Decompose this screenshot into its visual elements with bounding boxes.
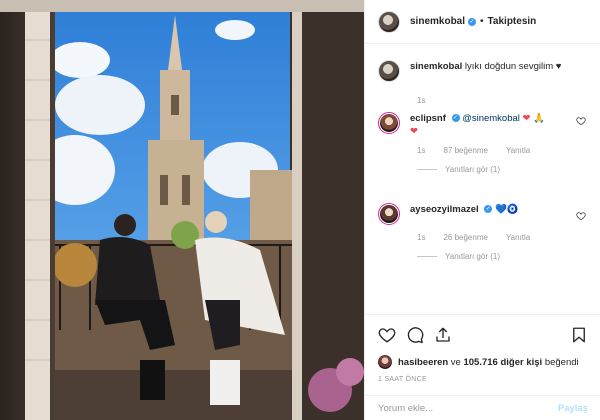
- replies-divider: [417, 256, 437, 257]
- liker-username[interactable]: hasibeeren: [398, 357, 448, 368]
- liker-avatar[interactable]: [378, 355, 392, 369]
- verified-icon: ✓: [451, 114, 460, 123]
- comment-time: 1s: [417, 233, 426, 242]
- post-timestamp[interactable]: 1 SAAT ÖNCE: [378, 376, 588, 383]
- verified-icon: ✓: [468, 17, 477, 26]
- post-side-panel: sinemkobal ✓ • Takiptesin sinemkobal lyı…: [364, 0, 600, 420]
- caption-time: 1s: [417, 96, 426, 105]
- add-comment-input[interactable]: [378, 402, 558, 414]
- author-username[interactable]: sinemkobal: [410, 16, 465, 27]
- comment-time: 1s: [417, 146, 426, 155]
- heart-icon[interactable]: [378, 326, 396, 344]
- post-photo[interactable]: [0, 0, 364, 420]
- comment-like-heart-icon[interactable]: [576, 211, 586, 221]
- author-avatar[interactable]: [378, 10, 400, 33]
- comment-username[interactable]: ayseozyilmazel: [410, 204, 479, 215]
- comment-emoji: 💙🧿: [494, 204, 519, 215]
- share-icon[interactable]: [434, 326, 452, 344]
- comment-icon[interactable]: [406, 326, 424, 344]
- verified-icon: ✓: [484, 205, 493, 214]
- caption: sinemkobal lyıkı doğdun sevgilim ♥ 1s: [378, 60, 588, 105]
- likes-connector: ve: [448, 356, 464, 368]
- add-comment-bar: Paylaş: [365, 395, 600, 420]
- comment-mention[interactable]: @sinemkobal: [462, 113, 520, 124]
- post-actions: hasibeeren ve 105.716 diğer kişi beğendi…: [365, 314, 600, 383]
- post-comment-button[interactable]: Paylaş: [558, 403, 588, 414]
- follow-status-button[interactable]: Takiptesin: [488, 16, 537, 27]
- comment-likes[interactable]: 87 beğenme: [443, 146, 487, 155]
- caption-avatar[interactable]: [378, 60, 400, 82]
- view-replies-label: Yanıtları gör (1): [445, 252, 500, 261]
- replies-divider: [417, 169, 437, 170]
- comment-item: ayseozyilmazel ✓ 💙🧿 1s 26 beğenme Yanıtl…: [378, 203, 588, 261]
- likes-others-link[interactable]: 105.716 diğer kişi: [463, 357, 542, 368]
- comment-likes[interactable]: 26 beğenme: [443, 233, 487, 242]
- photo-illustration: [0, 0, 364, 420]
- reply-button[interactable]: Yanıtla: [506, 146, 530, 155]
- commenter-avatar[interactable]: [378, 112, 400, 134]
- caption-emoji: ♥: [555, 61, 562, 72]
- comment-like-heart-icon[interactable]: [576, 116, 586, 126]
- post-header: sinemkobal ✓ • Takiptesin: [365, 0, 600, 44]
- comment-username[interactable]: eclipsnf: [410, 113, 446, 124]
- likes-suffix: beğendi: [542, 356, 579, 368]
- likes-summary: hasibeeren ve 105.716 diğer kişi beğendi: [378, 355, 588, 369]
- view-replies-label: Yanıtları gör (1): [445, 165, 500, 174]
- caption-text: lyıkı doğdun sevgilim: [464, 61, 554, 72]
- view-replies-button[interactable]: Yanıtları gör (1): [417, 252, 588, 261]
- bookmark-icon[interactable]: [570, 326, 588, 344]
- commenter-avatar[interactable]: [378, 203, 400, 225]
- caption-username[interactable]: sinemkobal: [410, 61, 462, 72]
- comment-emoji: ❤ 🙏: [522, 113, 545, 124]
- reply-button[interactable]: Yanıtla: [506, 233, 530, 242]
- separator-dot: •: [480, 16, 484, 27]
- comment-item: eclipsnf ✓ @sinemkobal ❤ 🙏 ❤ 1s 87 beğen…: [378, 112, 588, 174]
- view-replies-button[interactable]: Yanıtları gör (1): [417, 165, 588, 174]
- comment-emoji-line2: ❤: [410, 126, 418, 137]
